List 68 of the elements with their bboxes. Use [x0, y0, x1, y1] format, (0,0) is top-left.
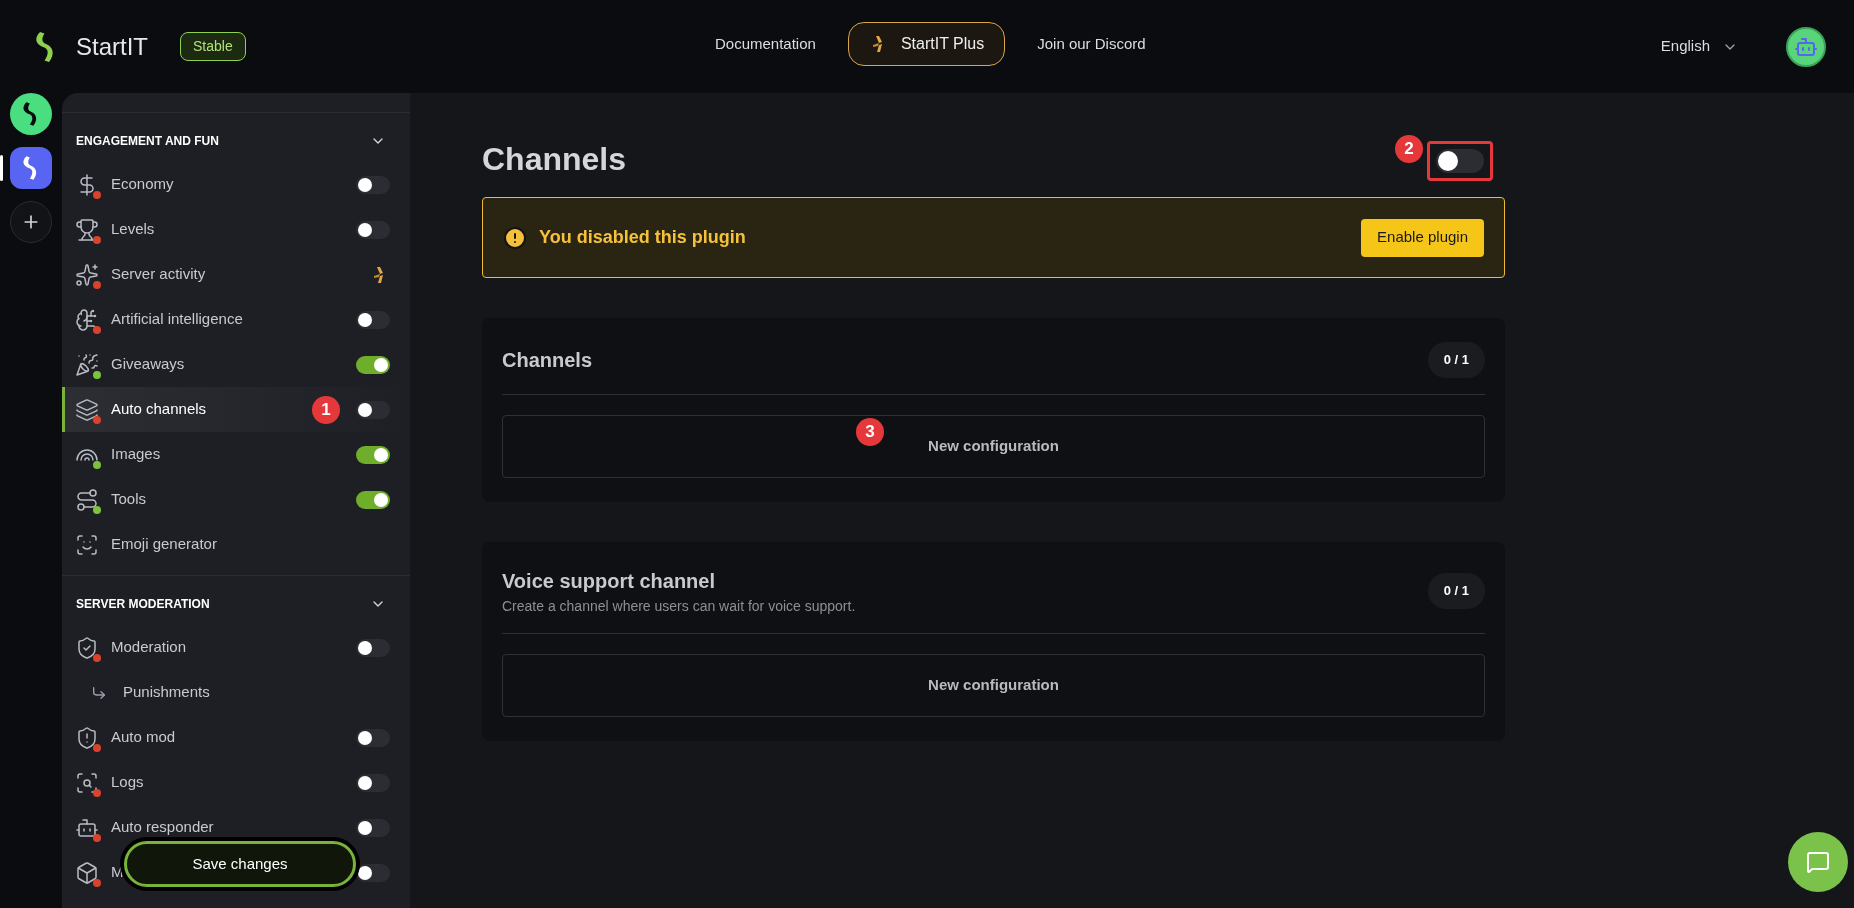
toggle-switch[interactable]: [356, 863, 390, 882]
route-icon: [75, 487, 99, 512]
sub-item-icon: [91, 684, 107, 701]
brand-name: StartIT: [76, 31, 148, 62]
toggle-switch[interactable]: [356, 310, 390, 329]
count-badge: 0 / 1: [1427, 342, 1485, 378]
card-description: Create a channel where users can wait for voice support.: [502, 596, 857, 616]
annotation-marker: 1: [312, 395, 340, 424]
toggle-switch[interactable]: [356, 638, 390, 657]
annotation-marker: 2: [1395, 135, 1423, 163]
nav-link[interactable]: Join our Discord: [1037, 32, 1146, 56]
toggle-switch[interactable]: [356, 175, 390, 194]
warning-icon: [503, 225, 527, 250]
sidebar-item[interactable]: Punishments: [123, 681, 210, 704]
chat-button[interactable]: [1788, 832, 1848, 892]
annotation-marker: 3: [856, 417, 884, 446]
toggle-switch[interactable]: [356, 355, 390, 374]
toggle-switch[interactable]: [356, 400, 390, 419]
sidebar-item[interactable]: Auto responder: [111, 816, 214, 839]
server-icon[interactable]: [10, 147, 52, 189]
scan-icon: [75, 532, 99, 557]
count-badge: 0 / 1: [1427, 573, 1485, 609]
toggle-switch[interactable]: [356, 818, 390, 837]
add-server-button[interactable]: [10, 201, 52, 243]
chat-icon: [1806, 850, 1830, 874]
enable-plugin-button[interactable]: Enable plugin: [1361, 218, 1484, 257]
sidebar-item[interactable]: Images: [111, 443, 161, 466]
nav-link[interactable]: Documentation: [715, 32, 816, 56]
section-title: ENGAGEMENT AND FUN: [76, 133, 220, 150]
toggle-switch[interactable]: [356, 728, 390, 747]
cube-icon: [75, 860, 99, 885]
sidebar-item[interactable]: Moderation: [111, 636, 187, 659]
card-title: Voice support channel: [502, 568, 716, 594]
section-header[interactable]: SERVER MODERATION: [62, 583, 410, 625]
card-title: Channels: [502, 347, 594, 373]
chip-icon: [75, 307, 99, 332]
toggle-switch[interactable]: [356, 490, 390, 509]
language-select[interactable]: English: [1660, 35, 1738, 58]
party-icon: [75, 352, 99, 377]
premium-button[interactable]: StartIT Plus: [847, 22, 1006, 66]
sidebar-item[interactable]: Auto mod: [111, 726, 176, 749]
sidebar-item[interactable]: Tools: [111, 488, 147, 511]
search-icon: [75, 770, 99, 795]
sidebar-item[interactable]: Artificial intelligence: [111, 308, 243, 331]
sidebar-item-label: Auto channels: [111, 399, 207, 420]
sidebar-item[interactable]: Emoji generator: [111, 533, 217, 556]
version-badge: Stable: [180, 32, 246, 61]
toggle-switch[interactable]: [1436, 149, 1484, 173]
new-configuration-button[interactable]: New configuration: [502, 653, 1485, 717]
shield-icon: [75, 635, 99, 660]
toggle-switch[interactable]: [356, 773, 390, 792]
section-header[interactable]: ENGAGEMENT AND FUN: [62, 120, 410, 162]
layers-icon: [75, 397, 99, 422]
toggle-switch[interactable]: [356, 220, 390, 239]
toggle-switch[interactable]: [356, 445, 390, 464]
sidebar-item[interactable]: Logs: [111, 771, 144, 794]
warning-text: You disabled this plugin: [539, 226, 747, 249]
sparkles-icon: [75, 262, 99, 287]
section-title: SERVER MODERATION: [76, 596, 211, 613]
sidebar-item[interactable]: Economy: [111, 173, 174, 196]
user-avatar[interactable]: [1786, 26, 1826, 67]
server-icon[interactable]: [10, 93, 52, 135]
sidebar-item[interactable]: Giveaways: [111, 353, 185, 376]
page-title: Channels: [482, 140, 628, 179]
sidebar-item[interactable]: Levels: [111, 218, 155, 241]
shield-alert-icon: [75, 725, 99, 750]
trophy-icon: [75, 217, 99, 242]
sidebar-item[interactable]: Server activity: [111, 263, 206, 286]
